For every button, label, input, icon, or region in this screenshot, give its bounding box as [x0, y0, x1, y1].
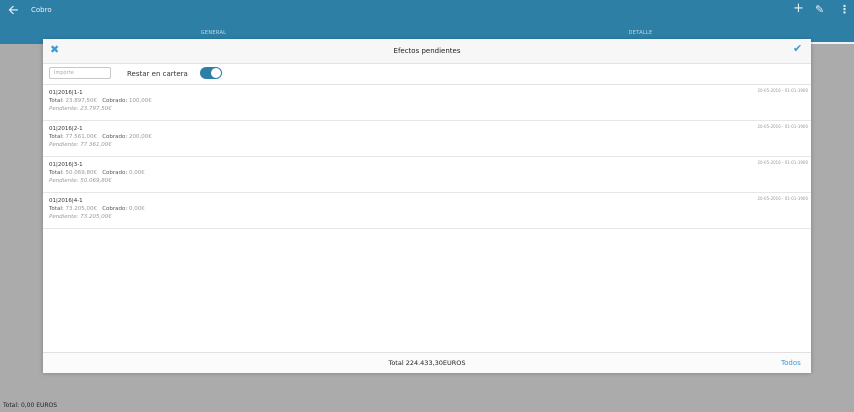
page-total: Total: 0,00 EUROS: [3, 402, 58, 409]
more-vertical-icon[interactable]: ⋮: [839, 4, 850, 16]
cobrado-label: Cobrado:: [102, 206, 128, 212]
efecto-ref: 01|2016|4-1: [49, 198, 83, 204]
cobrado-value: 0,00€: [129, 206, 145, 212]
efectos-pendientes-dialog: ✖ Efectos pendientes ✔ Restar en cartera…: [43, 39, 811, 373]
cobrado-label: Cobrado:: [102, 134, 128, 140]
dialog-footer: Total 224.433,30EUROS Todos: [43, 352, 811, 373]
cobrado-label: Cobrado:: [102, 170, 128, 176]
efecto-dates: 20-05-2016 - 01-01-1900: [757, 88, 808, 93]
cobrado-value: 200,00€: [129, 134, 152, 140]
efecto-ref: 01|2016|3-1: [49, 162, 83, 168]
todos-button[interactable]: Todos: [781, 359, 801, 368]
total-value: 23.897,50€: [65, 98, 97, 104]
importe-input[interactable]: [49, 67, 111, 79]
total-label: Total:: [49, 98, 64, 104]
cobrado-value: 100,00€: [129, 98, 152, 104]
list-item[interactable]: 01|2016|4-1 Total: 73.205,00€ Cobrado: 0…: [43, 193, 811, 229]
dialog-total: Total 224.433,30EUROS: [388, 359, 466, 367]
dialog-title: Efectos pendientes: [393, 47, 461, 55]
total-label: Total:: [49, 134, 64, 140]
tab-general[interactable]: GENERAL: [0, 29, 427, 37]
efecto-amounts: Total: 77.561,00€ Cobrado: 200,00€: [49, 133, 152, 141]
toggle-knob: [211, 68, 221, 78]
dialog-header: ✖ Efectos pendientes ✔: [43, 39, 811, 64]
app-bar: 🡨 Cobro + ✎ ⋮ GENERAL DETALLE: [0, 0, 854, 44]
total-label: Total:: [49, 170, 64, 176]
check-icon[interactable]: ✔: [793, 42, 802, 56]
filter-bar: Restar en cartera: [43, 64, 811, 85]
restar-label: Restar en cartera: [127, 70, 188, 78]
pendiente-value: Pendiente: 73.205,00€: [49, 214, 112, 220]
list-item[interactable]: 01|2016|2-1 Total: 77.561,00€ Cobrado: 2…: [43, 121, 811, 157]
cobrado-label: Cobrado:: [102, 98, 128, 104]
total-value: 50.069,80€: [65, 170, 97, 176]
efecto-ref: 01|2016|2-1: [49, 126, 83, 132]
total-value: 73.205,00€: [65, 206, 97, 212]
arrow-left-icon[interactable]: 🡨: [8, 4, 19, 18]
list-item[interactable]: 01|2016|3-1 Total: 50.069,80€ Cobrado: 0…: [43, 157, 811, 193]
efecto-dates: 20-05-2016 - 01-01-1900: [757, 196, 808, 201]
efecto-dates: 20-05-2016 - 01-01-1900: [757, 124, 808, 129]
list-item[interactable]: 01|2016|1-1 Total: 23.897,50€ Cobrado: 1…: [43, 85, 811, 121]
app-title: Cobro: [31, 6, 52, 14]
total-value: 77.561,00€: [65, 134, 97, 140]
efectos-list: 01|2016|1-1 Total: 23.897,50€ Cobrado: 1…: [43, 85, 811, 229]
pendiente-value: Pendiente: 50.069,80€: [49, 178, 112, 184]
cobrado-value: 0,00€: [129, 170, 145, 176]
pendiente-value: Pendiente: 77.361,00€: [49, 142, 112, 148]
total-label: Total:: [49, 206, 64, 212]
efecto-amounts: Total: 73.205,00€ Cobrado: 0,00€: [49, 205, 145, 213]
restar-toggle[interactable]: [200, 67, 222, 79]
efecto-ref: 01|2016|1-1: [49, 90, 83, 96]
pencil-icon[interactable]: ✎: [815, 4, 824, 16]
pendiente-value: Pendiente: 23.797,50€: [49, 106, 112, 112]
plus-icon[interactable]: +: [793, 2, 804, 15]
efecto-amounts: Total: 50.069,80€ Cobrado: 0,00€: [49, 169, 145, 177]
efecto-amounts: Total: 23.897,50€ Cobrado: 100,00€: [49, 97, 152, 105]
efecto-dates: 20-05-2016 - 01-01-1900: [757, 160, 808, 165]
tab-detalle[interactable]: DETALLE: [427, 29, 854, 37]
